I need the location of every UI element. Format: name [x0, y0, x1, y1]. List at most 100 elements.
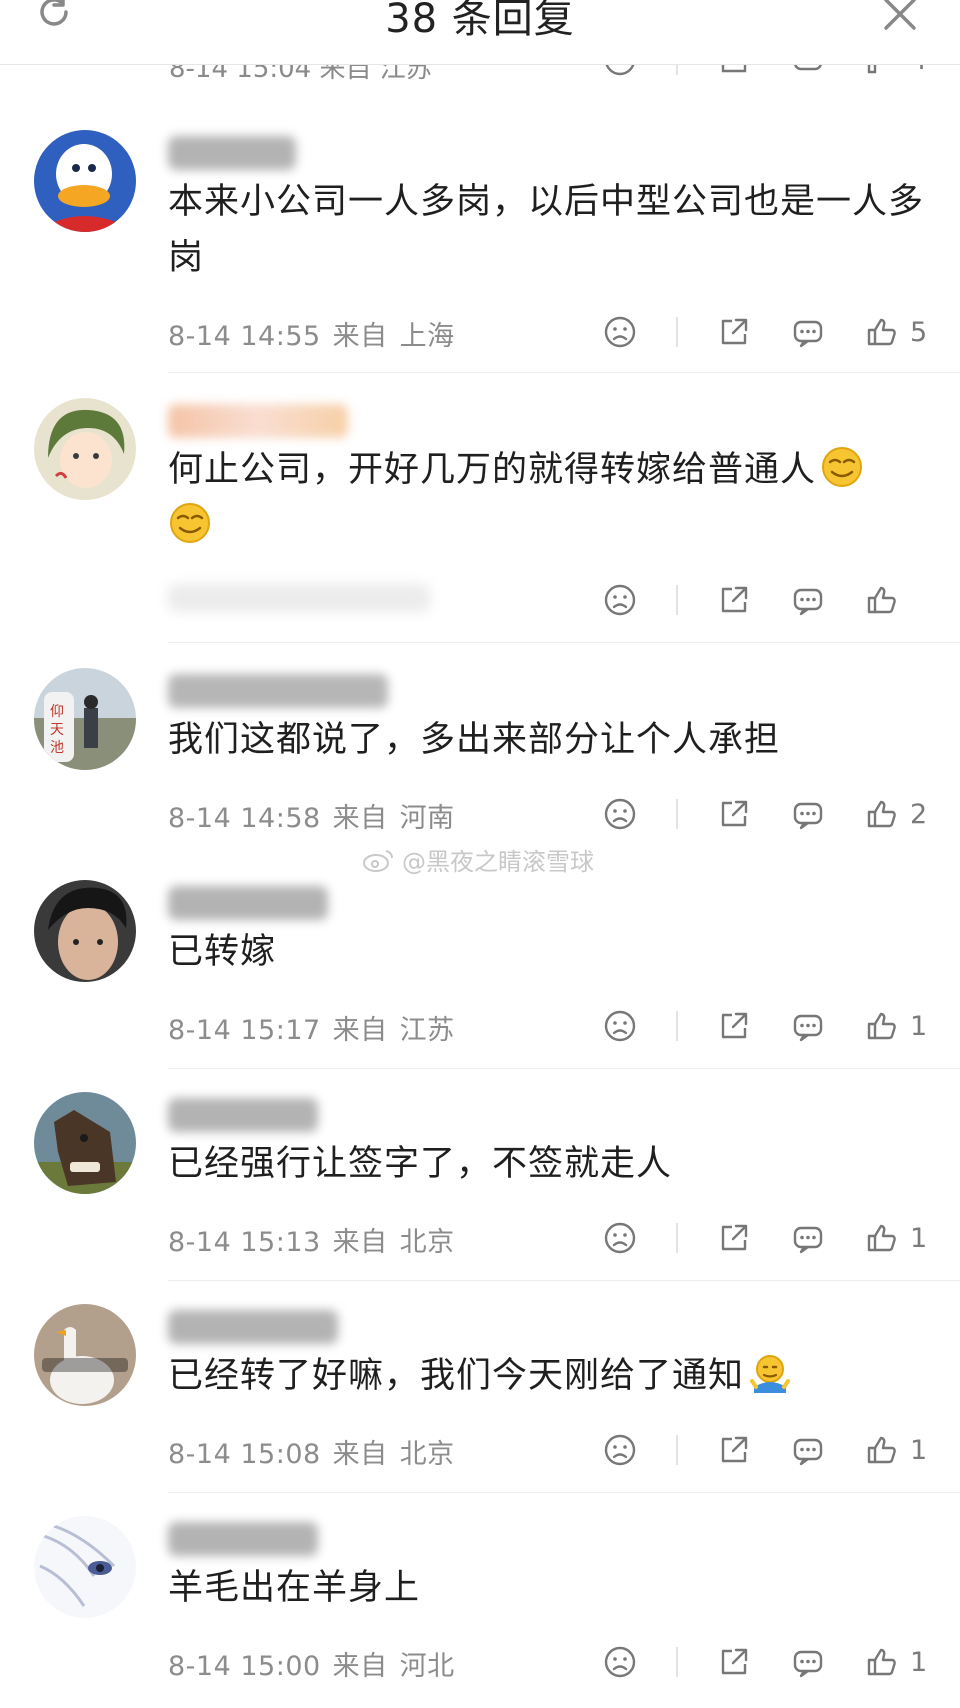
share-button[interactable] — [716, 1008, 752, 1044]
like-count: 2 — [910, 798, 928, 830]
comment-text: 已经强行让签字了，不签就走人 — [168, 1144, 673, 1184]
like-count: 1 — [910, 1010, 928, 1042]
comment-text: 何止公司，开好几万的就得转嫁给普通人 — [168, 442, 928, 554]
like-count: 1 — [910, 1646, 928, 1678]
divider — [676, 317, 678, 347]
comment-time: 8-14 14:55 — [168, 321, 321, 352]
username-blurred[interactable] — [168, 1310, 338, 1344]
avatar[interactable] — [34, 880, 136, 982]
divider — [676, 1011, 678, 1041]
comment-region: 北京 — [399, 1439, 455, 1470]
share-icon — [721, 800, 748, 827]
divider — [676, 585, 678, 615]
divider — [676, 1435, 678, 1465]
watermark-text: @黑夜之睛滚雪球 — [402, 848, 594, 876]
header-bar: 38 条回复 — [0, 0, 960, 65]
comment-icon — [793, 802, 823, 830]
share-icon — [721, 1648, 748, 1675]
comment-text: 已转嫁 — [168, 932, 277, 972]
share-button[interactable] — [716, 796, 752, 832]
thumbs-up-icon — [867, 586, 896, 614]
row-divider — [168, 372, 960, 373]
avatar[interactable] — [34, 1516, 136, 1618]
comment-text: 羊毛出在羊身上 — [168, 1568, 421, 1608]
svg-text:池: 池 — [50, 740, 64, 756]
comment-meta: 8-14 14:58 来自 河南 — [168, 796, 467, 835]
comment-icon — [793, 588, 823, 616]
comment-meta: 8-14 14:55 来自 上海 — [168, 314, 467, 353]
svg-text:天: 天 — [50, 722, 64, 738]
thumbs-up-icon — [867, 1012, 896, 1040]
comment-icon — [793, 1650, 823, 1678]
comment-text: 我们这都说了，多出来部分让个人承担 — [168, 720, 781, 760]
thumbs-up-icon — [867, 800, 896, 828]
dislike-button[interactable] — [602, 314, 638, 350]
avatar[interactable] — [34, 1304, 136, 1406]
comment-region: 河南 — [399, 803, 455, 834]
like-button[interactable] — [864, 582, 928, 618]
comment-region: 北京 — [399, 1227, 455, 1258]
reply-button[interactable] — [790, 1432, 826, 1468]
comment-from: 来自 — [332, 803, 388, 834]
share-button[interactable] — [716, 582, 752, 618]
reply-button[interactable] — [790, 314, 826, 350]
avatar[interactable] — [34, 1092, 136, 1194]
dislike-button[interactable] — [602, 582, 638, 618]
shrug-emoji-icon — [750, 1355, 791, 1393]
username-blurred[interactable] — [168, 886, 328, 920]
comment-icon — [793, 1226, 823, 1254]
username-blurred[interactable] — [168, 674, 388, 708]
comment-time: 8-14 15:13 — [168, 1227, 321, 1258]
like-count: 1 — [910, 1222, 928, 1254]
like-button[interactable]: 1 — [864, 1220, 928, 1256]
comment-time: 8-14 14:58 — [168, 803, 321, 834]
username-blurred[interactable] — [168, 404, 348, 438]
sad-face-icon — [604, 798, 636, 830]
like-button[interactable]: 1 — [864, 1644, 928, 1680]
sad-face-icon — [604, 584, 636, 616]
share-icon — [721, 586, 748, 613]
share-button[interactable] — [716, 1220, 752, 1256]
like-count: 5 — [910, 316, 928, 348]
meta-blurred — [168, 584, 430, 612]
username-blurred[interactable] — [168, 1098, 318, 1132]
reply-button[interactable] — [790, 796, 826, 832]
share-icon — [721, 1436, 748, 1463]
dislike-button[interactable] — [602, 1220, 638, 1256]
close-icon[interactable] — [880, 0, 920, 34]
smirk-emoji-icon — [822, 447, 863, 487]
comment-from: 来自 — [332, 1439, 388, 1470]
comment-meta: 8-14 15:00 来自 河北 — [168, 1644, 467, 1683]
like-button[interactable]: 1 — [864, 1008, 928, 1044]
dislike-button[interactable] — [602, 796, 638, 832]
avatar[interactable] — [34, 398, 136, 500]
dislike-button[interactable] — [602, 1432, 638, 1468]
row-divider — [168, 642, 960, 643]
like-count: 1 — [910, 1434, 928, 1466]
username-blurred[interactable] — [168, 136, 296, 170]
share-button[interactable] — [716, 314, 752, 350]
like-button[interactable]: 5 — [864, 314, 928, 350]
share-button[interactable] — [716, 1432, 752, 1468]
share-icon — [721, 318, 748, 345]
reply-button[interactable] — [790, 1220, 826, 1256]
reply-button[interactable] — [790, 1644, 826, 1680]
dislike-button[interactable] — [602, 1008, 638, 1044]
thumbs-up-icon — [867, 1436, 896, 1464]
comment-from: 来自 — [332, 1227, 388, 1258]
divider — [676, 799, 678, 829]
comment-time: 8-14 15:17 — [168, 1015, 321, 1046]
thumbs-up-icon — [867, 318, 896, 346]
like-button[interactable]: 1 — [864, 1432, 928, 1468]
smirk-emoji-icon — [170, 503, 210, 543]
reply-button[interactable] — [790, 582, 826, 618]
dislike-button[interactable] — [602, 1644, 638, 1680]
reply-button[interactable] — [790, 1008, 826, 1044]
like-button[interactable]: 2 — [864, 796, 928, 832]
share-button[interactable] — [716, 1644, 752, 1680]
avatar[interactable] — [34, 130, 136, 232]
watermark: @黑夜之睛滚雪球 — [362, 842, 594, 877]
username-blurred[interactable] — [168, 1522, 318, 1556]
share-icon — [721, 1012, 748, 1039]
avatar[interactable]: 仰 天 池 — [34, 668, 136, 770]
